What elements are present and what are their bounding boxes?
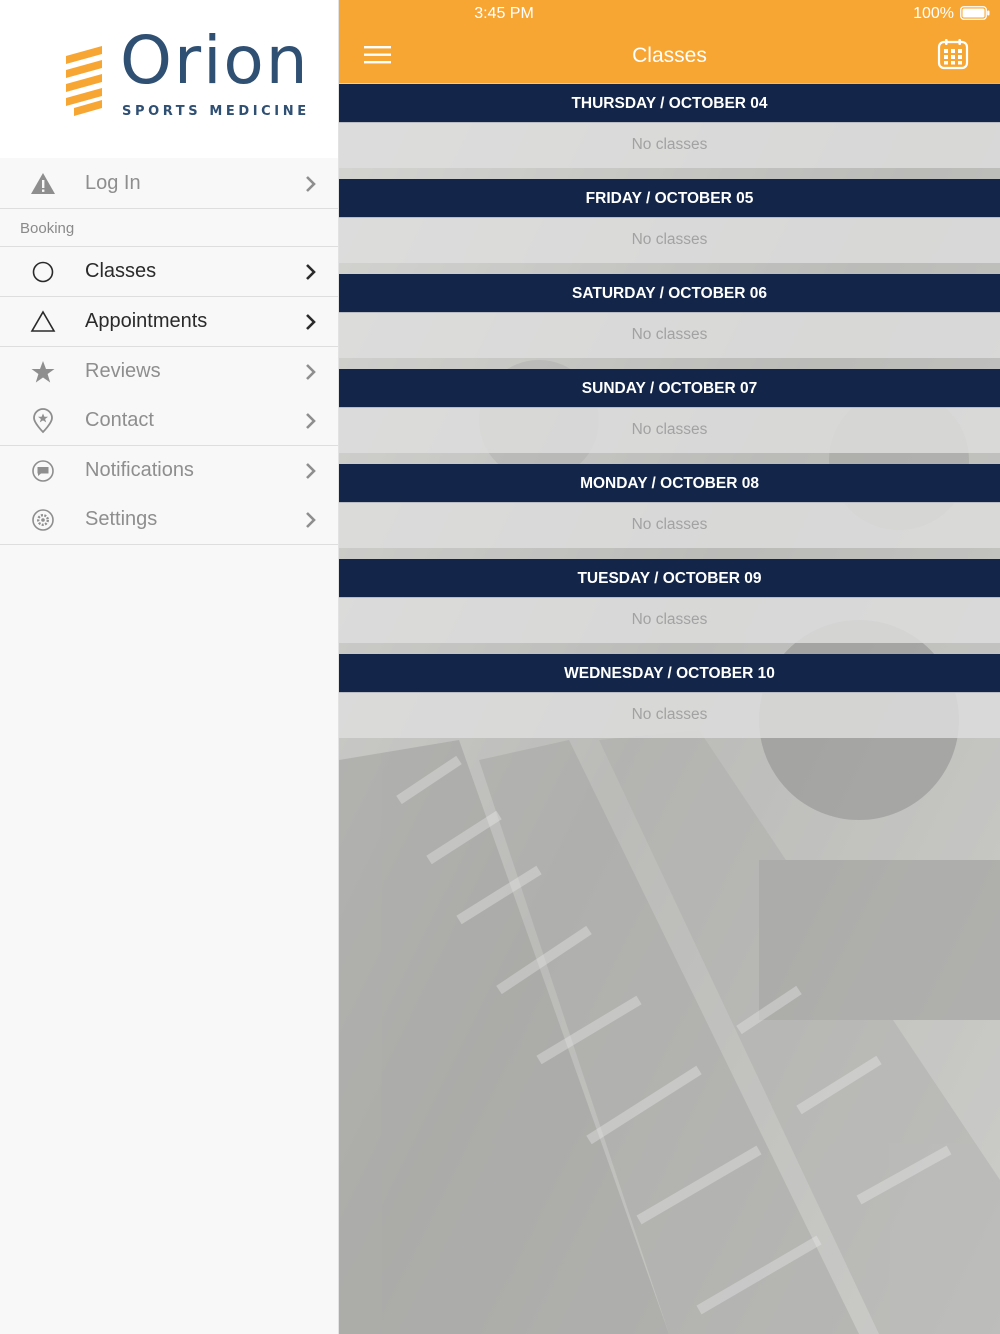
logo-tagline: SPORTS MEDICINE	[122, 104, 310, 119]
classes-screen: 3:45 PM 100% Classes THURSDAY / OCTOBER …	[339, 0, 1000, 1334]
day-header-thursday: THURSDAY / OCTOBER 04	[339, 84, 1000, 123]
circle-icon	[32, 261, 54, 283]
orion-chevron-logo-icon	[66, 46, 102, 116]
logo: Orion SPORTS MEDICINE	[0, 0, 338, 158]
no-classes-message: No classes	[339, 692, 1000, 738]
status-time: 3:45 PM	[474, 5, 534, 22]
no-classes-message: No classes	[339, 122, 1000, 168]
day-header-sunday: SUNDAY / OCTOBER 07	[339, 369, 1000, 408]
chevron-right-icon	[306, 264, 316, 280]
sidebar-item-label: Contact	[85, 409, 154, 431]
sidebar-item-reviews[interactable]: Reviews	[0, 347, 338, 397]
sidebar-item-settings[interactable]: Settings	[0, 495, 338, 545]
day-header-saturday: SATURDAY / OCTOBER 06	[339, 274, 1000, 313]
chevron-right-icon	[306, 413, 316, 429]
day-header-friday: FRIDAY / OCTOBER 05	[339, 179, 1000, 218]
sidebar-item-label: Appointments	[85, 310, 208, 332]
no-classes-message: No classes	[339, 502, 1000, 548]
day-header-monday: MONDAY / OCTOBER 08	[339, 464, 1000, 503]
no-classes-message: No classes	[339, 597, 1000, 643]
no-classes-message: No classes	[339, 407, 1000, 453]
calendar-icon[interactable]	[937, 38, 969, 70]
sidebar-item-label: Settings	[85, 508, 158, 530]
battery-percentage: 100%	[913, 5, 954, 22]
triangle-icon	[30, 310, 56, 332]
day-header-wednesday: WEDNESDAY / OCTOBER 10	[339, 654, 1000, 693]
chat-bubble-icon	[32, 460, 54, 482]
gear-icon	[32, 509, 54, 531]
day-header-tuesday: TUESDAY / OCTOBER 09	[339, 559, 1000, 598]
sidebar-item-appointments[interactable]: Appointments	[0, 297, 338, 347]
chevron-right-icon	[306, 463, 316, 479]
navigation-bar: 3:45 PM 100% Classes	[339, 0, 1000, 83]
sidebar-item-classes[interactable]: Classes	[0, 247, 338, 297]
chevron-right-icon	[306, 512, 316, 528]
section-label: Booking	[20, 220, 75, 237]
warning-icon	[31, 173, 55, 194]
star-icon	[31, 361, 55, 383]
page-title: Classes	[632, 44, 707, 67]
sidebar-item-log-in[interactable]: Log In	[0, 159, 338, 209]
sidebar-item-label: Reviews	[85, 360, 161, 382]
chevron-right-icon	[306, 314, 316, 330]
location-pin-icon	[33, 408, 53, 434]
logo-wordmark: Orion	[120, 22, 310, 99]
chevron-right-icon	[306, 364, 316, 380]
sidebar-item-label: Classes	[85, 260, 157, 282]
sidebar-item-notifications[interactable]: Notifications	[0, 446, 338, 496]
chevron-right-icon	[306, 176, 316, 192]
section-header-booking: Booking	[0, 208, 338, 247]
battery-icon	[960, 6, 990, 20]
sidebar-item-label: Notifications	[85, 459, 194, 481]
side-menu: Orion SPORTS MEDICINE Log In Booking Cla…	[0, 0, 339, 1334]
no-classes-message: No classes	[339, 217, 1000, 263]
sidebar-item-label: Log In	[85, 172, 141, 194]
sidebar-item-contact[interactable]: Contact	[0, 396, 338, 446]
no-classes-message: No classes	[339, 312, 1000, 358]
